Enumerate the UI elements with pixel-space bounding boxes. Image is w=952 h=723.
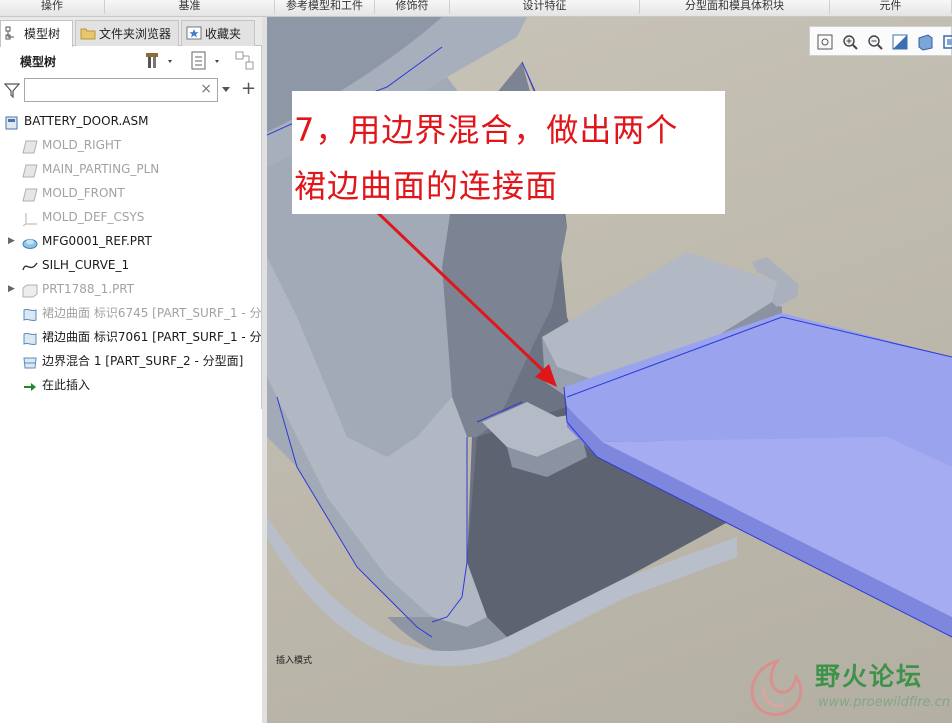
curve-icon: [22, 258, 38, 272]
tree-item[interactable]: MOLD_RIGHT: [0, 133, 262, 157]
display-style-icon[interactable]: [916, 33, 934, 51]
ribbon-group-5[interactable]: 分型面和模具体积块: [640, 0, 830, 14]
reference-part-icon: [22, 234, 38, 249]
folder-icon: [80, 27, 99, 41]
callout-line-2: 裙边曲面的连接面: [294, 167, 559, 205]
flame-logo-icon: [750, 658, 803, 717]
tree-item-label: 裙边曲面 标识7061 [PART_SURF_1 - 分型面]: [42, 330, 262, 344]
navigator-panel: 模型树 文件夹浏览器 收藏夹 模型树 × + BATTERY_DOOR.ASM MO: [0, 17, 262, 723]
datum-plane-icon: [22, 186, 38, 202]
datum-plane-icon: [22, 138, 38, 154]
tree-search-input[interactable]: ×: [24, 78, 218, 102]
datum-plane-icon: [22, 162, 38, 178]
ribbon-group-6[interactable]: 元件: [830, 0, 952, 14]
repaint-icon[interactable]: [891, 33, 909, 51]
tab-folder[interactable]: 文件夹浏览器: [75, 20, 179, 46]
tree-item[interactable]: 在此插入: [0, 373, 262, 397]
tab-model-tree[interactable]: 模型树: [0, 20, 73, 47]
tree-item-label: 边界混合 1 [PART_SURF_2 - 分型面]: [42, 354, 244, 368]
tree-item[interactable]: ▶ PRT1788_1.PRT: [0, 277, 262, 301]
ribbon-group-3[interactable]: 修饰符: [375, 0, 450, 14]
insert-here-arrow-icon: [22, 378, 38, 392]
show-menu-icon[interactable]: [190, 51, 226, 71]
tree-item-label: 裙边曲面 标识6745 [PART_SURF_1 - 分型面]: [42, 306, 262, 320]
expand-arrow-icon[interactable]: ▶: [8, 229, 16, 253]
clear-search-icon[interactable]: ×: [200, 81, 212, 97]
callout-line-1: 7，用边界混合，做出两个: [294, 111, 679, 149]
tree-item[interactable]: 边界混合 1 [PART_SURF_2 - 分型面]: [0, 349, 262, 373]
assembly-icon: [4, 114, 20, 130]
tab-label: 收藏夹: [205, 27, 242, 41]
tree-item-label: MOLD_FRONT: [42, 186, 125, 200]
tree-item[interactable]: SILH_CURVE_1: [0, 253, 262, 277]
graphics-viewport[interactable]: 7，用边界混合，做出两个 裙边曲面的连接面 插入模式 野火论坛 www.proe…: [267, 17, 952, 723]
tree-item-label: MFG0001_REF.PRT: [42, 234, 152, 248]
tree-item-label: PRT1788_1.PRT: [42, 282, 135, 296]
model-tree-toolbar: 模型树: [0, 46, 262, 76]
filter-icon[interactable]: [4, 82, 20, 98]
tree-filters-icon[interactable]: [235, 51, 257, 71]
tree-item[interactable]: 裙边曲面 标识7061 [PART_SURF_1 - 分型面]: [0, 325, 262, 349]
tree-item-label: 在此插入: [42, 378, 91, 392]
zoom-in-icon[interactable]: [841, 33, 859, 51]
ribbon-group-0[interactable]: 操作: [0, 0, 105, 14]
ribbon-group-2[interactable]: 参考模型和工件: [275, 0, 375, 14]
model-tree: BATTERY_DOOR.ASM MOLD_RIGHT MAIN_PARTING_P…: [0, 109, 262, 397]
ribbon-group-bar: 操作 基准 参考模型和工件 修饰符 设计特征 分型面和模具体积块 元件: [0, 0, 952, 17]
saved-views-icon[interactable]: [941, 33, 952, 51]
coordinate-system-icon: [22, 210, 38, 227]
surface-icon: [22, 306, 38, 322]
settings-icon[interactable]: [146, 51, 176, 71]
tree-item[interactable]: BATTERY_DOOR.ASM: [0, 109, 262, 133]
tree-item[interactable]: MAIN_PARTING_PLN: [0, 157, 262, 181]
add-filter-icon[interactable]: +: [241, 78, 256, 99]
tree-item[interactable]: MOLD_FRONT: [0, 181, 262, 205]
model-tree-icon: [5, 26, 24, 41]
tree-filter-row: × +: [0, 76, 262, 106]
tree-empty-area: [0, 409, 262, 723]
tree-item[interactable]: 裙边曲面 标识6745 [PART_SURF_1 - 分型面]: [0, 301, 262, 325]
ribbon-group-1[interactable]: 基准: [105, 0, 275, 14]
tab-label: 文件夹浏览器: [99, 27, 172, 41]
favorites-icon: [186, 26, 205, 41]
forum-watermark: 野火论坛 www.proewildfire.cn: [740, 655, 950, 723]
tree-item[interactable]: MOLD_DEF_CSYS: [0, 205, 262, 229]
mode-status-label: 插入模式: [276, 656, 313, 666]
watermark-url: www.proewildfire.cn: [818, 695, 951, 710]
tree-item-label: SILH_CURVE_1: [42, 258, 130, 272]
surface-icon: [22, 330, 38, 346]
zoom-out-icon[interactable]: [866, 33, 884, 51]
ribbon-group-4[interactable]: 设计特征: [450, 0, 640, 14]
tab-favorites[interactable]: 收藏夹: [181, 20, 255, 46]
refit-icon[interactable]: [816, 33, 834, 51]
view-toolbar: [809, 26, 952, 56]
dropdown-arrow-icon[interactable]: [222, 87, 230, 93]
expand-arrow-icon[interactable]: ▶: [8, 277, 16, 301]
workpiece-icon: [22, 282, 38, 298]
tree-item-label: BATTERY_DOOR.ASM: [24, 114, 149, 128]
tree-item-label: MOLD_RIGHT: [42, 138, 122, 152]
tutorial-callout: 7，用边界混合，做出两个 裙边曲面的连接面: [292, 91, 725, 214]
tree-item-label: MAIN_PARTING_PLN: [42, 162, 160, 176]
watermark-title: 野火论坛: [815, 662, 924, 691]
boundary-blend-icon: [22, 354, 38, 369]
tab-label: 模型树: [24, 27, 61, 41]
model-tree-title: 模型树: [20, 55, 57, 69]
tree-item-label: MOLD_DEF_CSYS: [42, 210, 145, 224]
navigator-tabs: 模型树 文件夹浏览器 收藏夹: [0, 17, 262, 47]
tree-item[interactable]: ▶ MFG0001_REF.PRT: [0, 229, 262, 253]
